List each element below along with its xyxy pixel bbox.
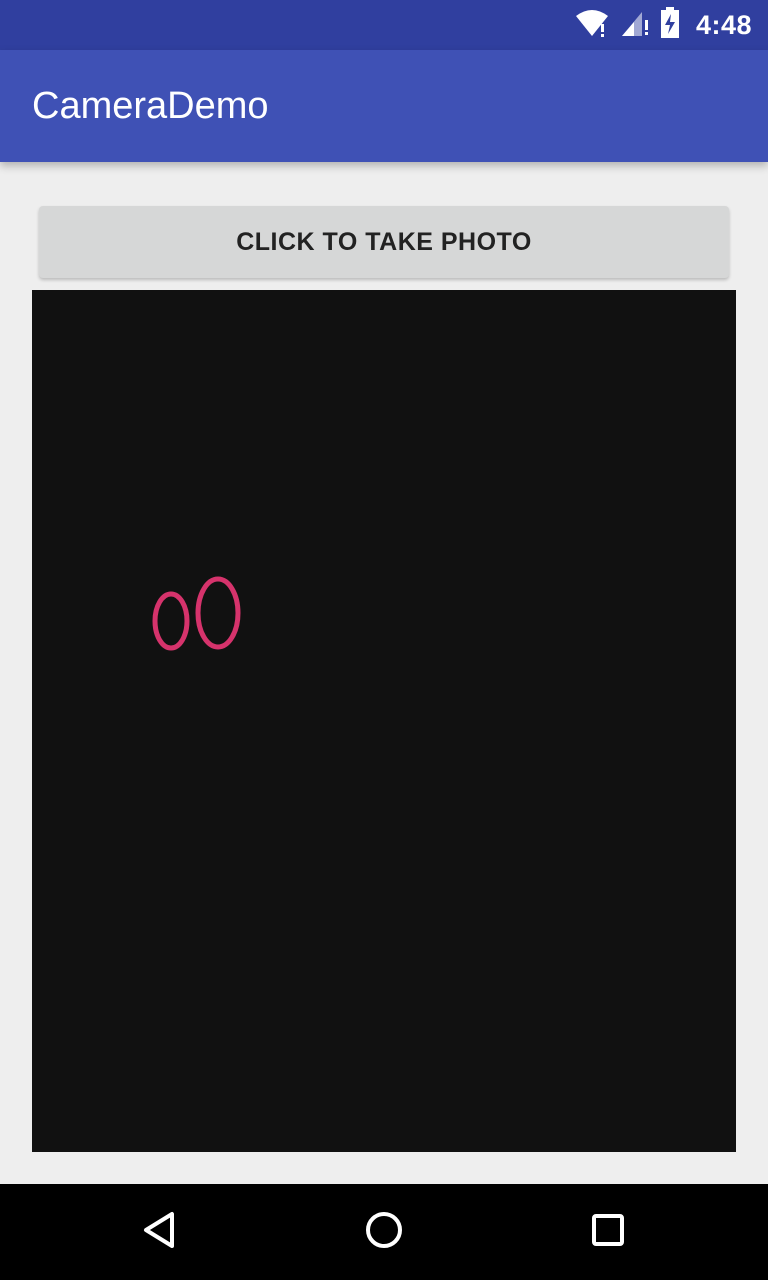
battery-charging-icon <box>660 6 680 44</box>
cell-signal-icon <box>620 8 650 43</box>
status-time: 4:48 <box>695 9 752 40</box>
status-icons: 4:48 <box>574 0 752 50</box>
take-photo-button[interactable]: CLICK TO TAKE PHOTO <box>39 206 729 278</box>
camera-preview <box>32 290 736 1152</box>
back-icon <box>140 1210 180 1255</box>
app-bar: CameraDemo <box>0 50 768 162</box>
small-ring-mark <box>152 591 190 651</box>
back-button[interactable] <box>112 1184 208 1280</box>
recents-button[interactable] <box>560 1184 656 1280</box>
app-title: CameraDemo <box>32 85 269 127</box>
large-ring-mark <box>195 576 241 650</box>
wifi-icon <box>574 8 610 43</box>
recents-icon <box>588 1210 628 1255</box>
status-bar: 4:48 <box>0 0 768 50</box>
preview-image <box>152 576 241 651</box>
nav-bar <box>0 1184 768 1280</box>
home-button[interactable] <box>336 1184 432 1280</box>
home-icon <box>364 1210 404 1255</box>
